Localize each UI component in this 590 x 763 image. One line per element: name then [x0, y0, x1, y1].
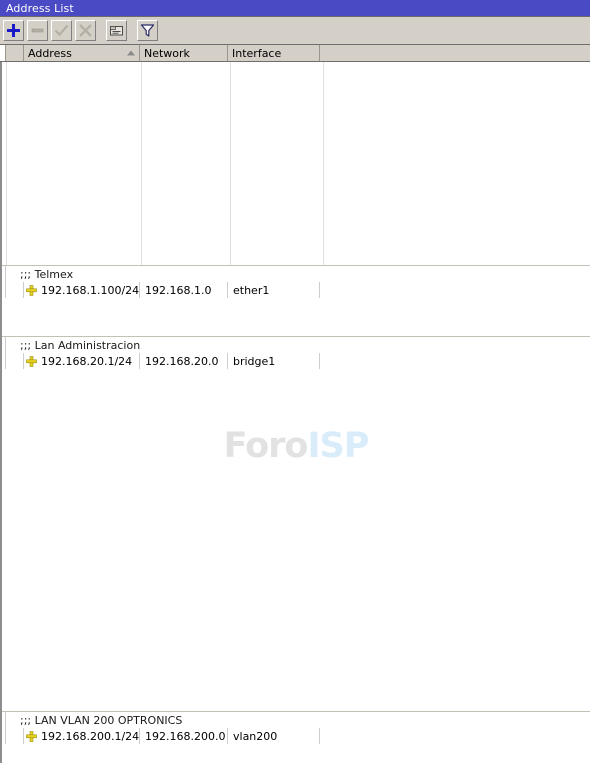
comment-row-text: ;;; Lan Administracion	[20, 338, 141, 352]
table-row[interactable]: 192.168.200.1/24 192.168.200.0 vlan200	[2, 728, 590, 744]
address-entry-icon	[24, 355, 39, 367]
row-interface-cell[interactable]: ether1	[228, 282, 320, 298]
comment-row-text: ;;; Telmex	[20, 267, 74, 281]
cross-icon	[79, 24, 92, 37]
row-filler-cell[interactable]	[320, 282, 590, 298]
enable-button[interactable]	[51, 20, 72, 41]
table-row[interactable]: 192.168.20.1/24 192.168.20.0 bridge1	[2, 353, 590, 369]
row-network-cell[interactable]: 192.168.20.0	[140, 353, 228, 369]
row-flag	[6, 353, 24, 369]
disable-button[interactable]	[75, 20, 96, 41]
row-filler-cell[interactable]	[320, 728, 590, 744]
column-header-interface[interactable]: Interface	[228, 45, 320, 61]
column-header-address-label: Address	[28, 46, 72, 60]
grid-empty-region-top	[2, 62, 590, 265]
comment-button[interactable]	[106, 20, 127, 41]
row-network-cell[interactable]: 192.168.200.0	[140, 728, 228, 744]
row-address-cell[interactable]: 192.168.1.100/24	[24, 282, 140, 298]
comment-row[interactable]: ;;; Telmex	[2, 265, 590, 282]
minus-icon	[31, 28, 44, 33]
filter-icon	[140, 24, 155, 37]
column-header-network[interactable]: Network	[140, 45, 228, 61]
column-header-address[interactable]: Address	[24, 45, 140, 61]
row-flag	[6, 282, 24, 298]
table-row[interactable]: 192.168.1.100/24 192.168.1.0 ether1	[2, 282, 590, 298]
filter-button[interactable]	[137, 20, 158, 41]
address-entry-icon	[24, 284, 39, 296]
grid-gap-1	[2, 298, 590, 336]
comment-icon	[110, 26, 123, 36]
column-header-filler[interactable]	[320, 45, 590, 61]
row-filler-cell[interactable]	[320, 353, 590, 369]
address-entry-icon	[24, 730, 39, 742]
comment-row[interactable]: ;;; Lan Administracion	[2, 336, 590, 353]
plus-icon	[7, 24, 20, 37]
address-list-grid[interactable]: ;;; Telmex 192.168.1.100/24 192.168.1.0 …	[0, 62, 590, 763]
remove-button[interactable]	[27, 20, 48, 41]
add-button[interactable]	[3, 20, 24, 41]
column-header-flag[interactable]	[6, 45, 24, 61]
row-address-cell[interactable]: 192.168.20.1/24	[24, 353, 140, 369]
check-icon	[54, 24, 69, 37]
grid-gap-2	[2, 369, 590, 711]
row-flag	[6, 728, 24, 744]
address-list-window: Address List Address Network Interface ;…	[0, 0, 590, 763]
window-titlebar: Address List	[0, 0, 590, 17]
grid-empty-region-bottom	[2, 744, 590, 763]
row-interface-cell[interactable]: bridge1	[228, 353, 320, 369]
toolbar	[0, 17, 590, 45]
row-address-text: 192.168.20.1/24	[41, 354, 133, 368]
row-network-cell[interactable]: 192.168.1.0	[140, 282, 228, 298]
row-address-text: 192.168.200.1/24	[41, 729, 140, 743]
row-address-cell[interactable]: 192.168.200.1/24	[24, 728, 140, 744]
row-interface-cell[interactable]: vlan200	[228, 728, 320, 744]
comment-row[interactable]: ;;; LAN VLAN 200 OPTRONICS	[2, 711, 590, 728]
table-column-headers: Address Network Interface	[0, 45, 590, 62]
sort-ascending-icon	[127, 50, 135, 56]
row-address-text: 192.168.1.100/24	[41, 283, 140, 297]
comment-row-text: ;;; LAN VLAN 200 OPTRONICS	[20, 713, 183, 727]
window-title: Address List	[6, 1, 74, 15]
